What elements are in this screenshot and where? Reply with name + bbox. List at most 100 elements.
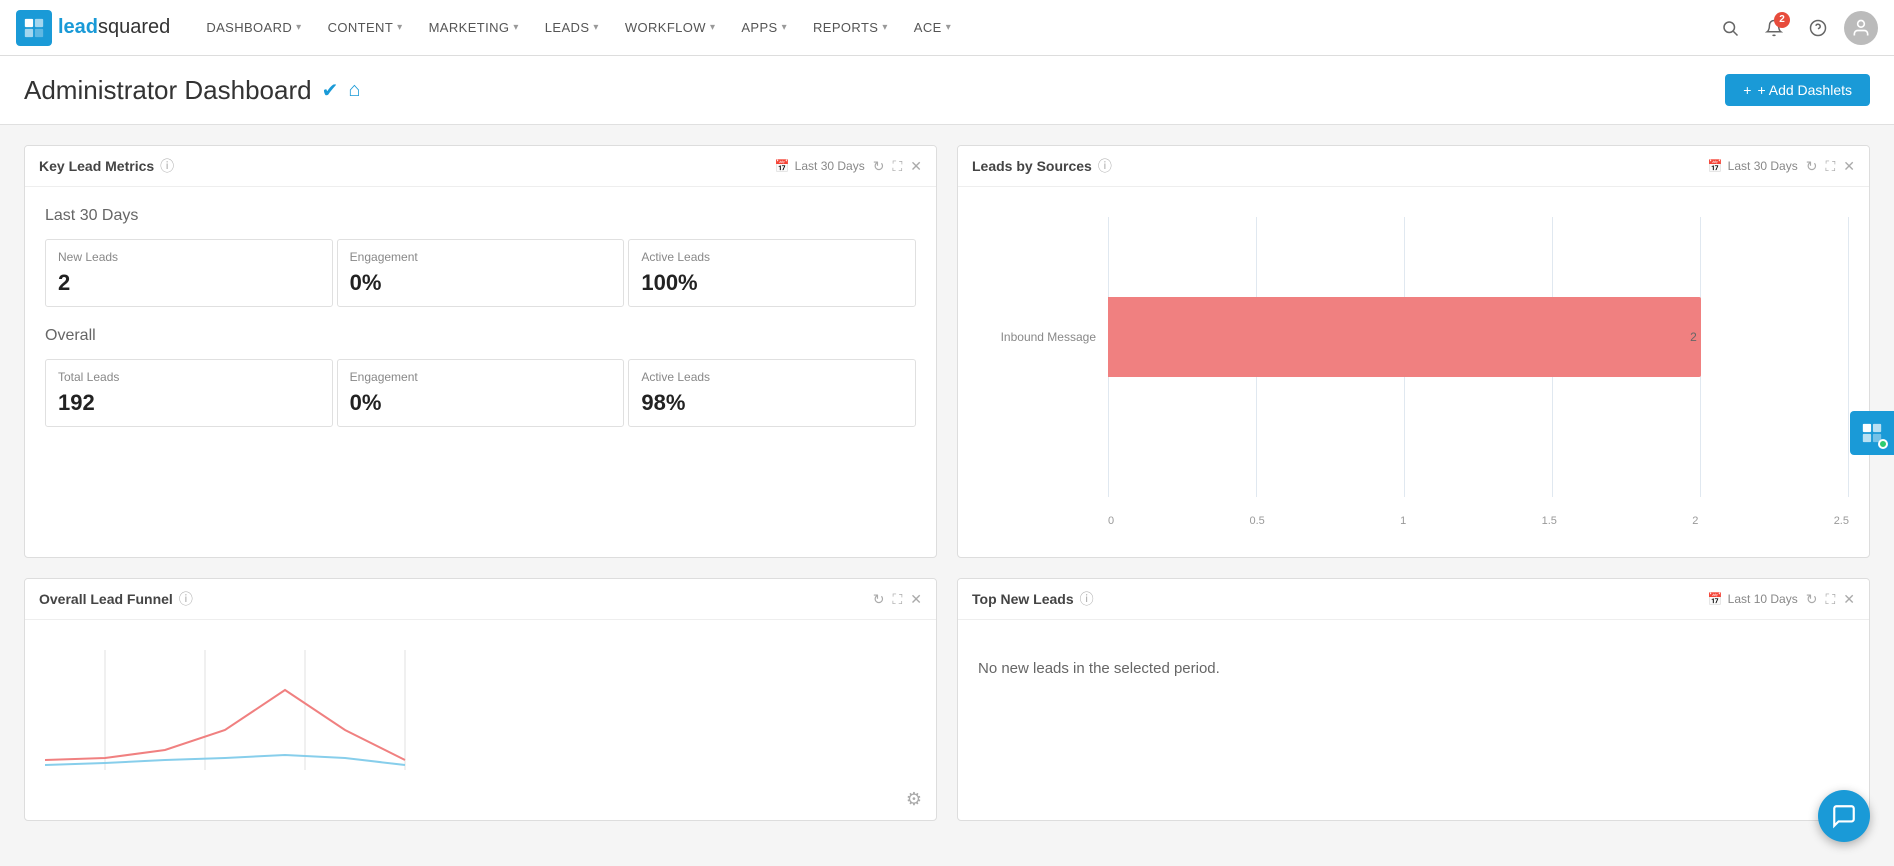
info-icon-funnel[interactable]: ⓘ	[179, 589, 193, 609]
active-leads-cell-overall: Active Leads 98%	[628, 359, 916, 427]
bar-wrapper: 2	[1108, 297, 1849, 377]
active-leads-value-30: 100%	[641, 270, 903, 296]
engagement-label-30: Engagement	[350, 250, 612, 264]
gear-settings[interactable]: ⚙	[906, 789, 922, 810]
total-leads-label: Total Leads	[58, 370, 320, 384]
overall-lead-funnel-body: ⚙	[25, 620, 936, 820]
close-icon-sources[interactable]: ✕	[1843, 158, 1855, 175]
close-icon[interactable]: ✕	[910, 158, 922, 175]
nav-item-marketing[interactable]: MARKETING ▾	[417, 0, 531, 56]
engagement-value-overall: 0%	[350, 390, 612, 416]
nav-item-content[interactable]: CONTENT ▾	[316, 0, 415, 56]
chevron-down-icon: ▾	[593, 22, 598, 33]
expand-icon-funnel[interactable]: ⛶	[892, 591, 902, 608]
x-label-4: 2	[1692, 515, 1698, 527]
last30-grid: New Leads 2 Engagement 0% Active Leads 1…	[45, 239, 916, 307]
bar-label: Inbound Message	[978, 330, 1108, 344]
close-icon-funnel[interactable]: ✕	[910, 591, 922, 608]
leads-by-sources-card: Leads by Sources ⓘ 📅 Last 30 Days ↻ ⛶ ✕	[957, 145, 1870, 558]
dashlet-controls-sources: 📅 Last 30 Days ↻ ⛶ ✕	[1708, 158, 1855, 175]
help-button[interactable]	[1800, 10, 1836, 46]
engagement-label-overall: Engagement	[350, 370, 612, 384]
chevron-down-icon: ▾	[946, 22, 951, 33]
x-label-3: 1.5	[1542, 515, 1557, 527]
no-leads-message: No new leads in the selected period.	[958, 620, 1869, 717]
date-range-sources[interactable]: 📅 Last 30 Days	[1708, 159, 1798, 173]
nav-menu: DASHBOARD ▾ CONTENT ▾ MARKETING ▾ LEADS …	[194, 0, 1712, 56]
nav-item-reports[interactable]: REPORTS ▾	[801, 0, 900, 56]
funnel-chart	[45, 630, 916, 800]
dashlet-title-group-funnel: Overall Lead Funnel ⓘ	[39, 589, 193, 609]
overall-lead-funnel-header: Overall Lead Funnel ⓘ ↻ ⛶ ✕	[25, 579, 936, 620]
expand-icon[interactable]: ⛶	[892, 158, 902, 175]
leads-by-sources-body: Inbound Message 2 0 0.5 1 1.5 2	[958, 187, 1869, 557]
engagement-value-30: 0%	[350, 270, 612, 296]
expand-icon-sources[interactable]: ⛶	[1825, 158, 1835, 175]
engagement-cell-30: Engagement 0%	[337, 239, 625, 307]
navbar: leadsquared DASHBOARD ▾ CONTENT ▾ MARKET…	[0, 0, 1894, 56]
dashlet-controls-funnel: ↻ ⛶ ✕	[873, 591, 922, 608]
notification-badge: 2	[1774, 12, 1790, 28]
x-label-1: 0.5	[1249, 515, 1264, 527]
bar-row: Inbound Message 2	[978, 297, 1849, 377]
top-new-leads-header: Top New Leads ⓘ 📅 Last 10 Days ↻ ⛶ ✕	[958, 579, 1869, 620]
overall-lead-funnel-title: Overall Lead Funnel	[39, 591, 173, 607]
refresh-icon-leads[interactable]: ↻	[1806, 591, 1818, 608]
page-title: Administrator Dashboard	[24, 75, 312, 106]
chevron-down-icon: ▾	[397, 22, 402, 33]
engagement-cell-overall: Engagement 0%	[337, 359, 625, 427]
plus-icon: +	[1743, 82, 1751, 98]
nav-item-ace[interactable]: ACE ▾	[902, 0, 963, 56]
x-label-2: 1	[1400, 515, 1406, 527]
chevron-down-icon: ▾	[882, 22, 887, 33]
side-panel[interactable]	[1850, 411, 1894, 455]
dashlet-title-group-leads: Top New Leads ⓘ	[972, 589, 1094, 609]
info-icon-sources[interactable]: ⓘ	[1098, 156, 1112, 176]
period-label: Last 30 Days	[45, 207, 916, 225]
calendar-icon: 📅	[775, 159, 790, 173]
notifications-button[interactable]: 2	[1756, 10, 1792, 46]
refresh-icon-sources[interactable]: ↻	[1806, 158, 1818, 175]
chevron-down-icon: ▾	[782, 22, 787, 33]
nav-actions: 2	[1712, 10, 1878, 46]
add-dashlets-button[interactable]: + + Add Dashlets	[1725, 74, 1870, 106]
key-lead-metrics-body: Last 30 Days New Leads 2 Engagement 0% A…	[25, 187, 936, 467]
close-icon-leads[interactable]: ✕	[1843, 591, 1855, 608]
verified-icon: ✔	[322, 78, 339, 103]
user-avatar[interactable]	[1844, 11, 1878, 45]
nav-item-workflow[interactable]: WORKFLOW ▾	[613, 0, 728, 56]
chevron-down-icon: ▾	[513, 22, 518, 33]
logo-icon	[16, 10, 52, 46]
home-icon[interactable]: ⌂	[348, 79, 360, 102]
search-button[interactable]	[1712, 10, 1748, 46]
dashlet-controls-leads: 📅 Last 10 Days ↻ ⛶ ✕	[1708, 591, 1855, 608]
date-range[interactable]: 📅 Last 30 Days	[775, 159, 865, 173]
refresh-icon-funnel[interactable]: ↻	[873, 591, 885, 608]
nav-item-leads[interactable]: LEADS ▾	[533, 0, 611, 56]
top-new-leads-card: Top New Leads ⓘ 📅 Last 10 Days ↻ ⛶ ✕ No …	[957, 578, 1870, 821]
gear-icon[interactable]: ⚙	[906, 789, 922, 809]
overall-grid: Total Leads 192 Engagement 0% Active Lea…	[45, 359, 916, 427]
page-title-row: Administrator Dashboard ✔ ⌂	[24, 75, 360, 106]
total-leads-cell: Total Leads 192	[45, 359, 333, 427]
key-lead-metrics-title: Key Lead Metrics	[39, 158, 154, 174]
chevron-down-icon: ▾	[710, 22, 715, 33]
new-leads-label: New Leads	[58, 250, 320, 264]
side-panel-button[interactable]	[1850, 411, 1894, 455]
nav-item-apps[interactable]: APPS ▾	[729, 0, 799, 56]
refresh-icon[interactable]: ↻	[873, 158, 885, 175]
chat-button[interactable]	[1818, 790, 1870, 842]
hbar-chart: Inbound Message 2 0 0.5 1 1.5 2	[978, 217, 1849, 537]
nav-item-dashboard[interactable]: DASHBOARD ▾	[194, 0, 313, 56]
top-new-leads-title: Top New Leads	[972, 591, 1074, 607]
leads-by-sources-title: Leads by Sources	[972, 158, 1092, 174]
active-leads-label-overall: Active Leads	[641, 370, 903, 384]
logo[interactable]: leadsquared	[16, 10, 170, 46]
info-icon-leads[interactable]: ⓘ	[1080, 589, 1094, 609]
active-leads-value-overall: 98%	[641, 390, 903, 416]
expand-icon-leads[interactable]: ⛶	[1825, 591, 1835, 608]
x-axis-labels: 0 0.5 1 1.5 2 2.5	[1108, 515, 1849, 527]
date-range-leads[interactable]: 📅 Last 10 Days	[1708, 592, 1798, 606]
key-lead-metrics-header: Key Lead Metrics ⓘ 📅 Last 30 Days ↻ ⛶ ✕	[25, 146, 936, 187]
info-icon[interactable]: ⓘ	[160, 156, 174, 176]
